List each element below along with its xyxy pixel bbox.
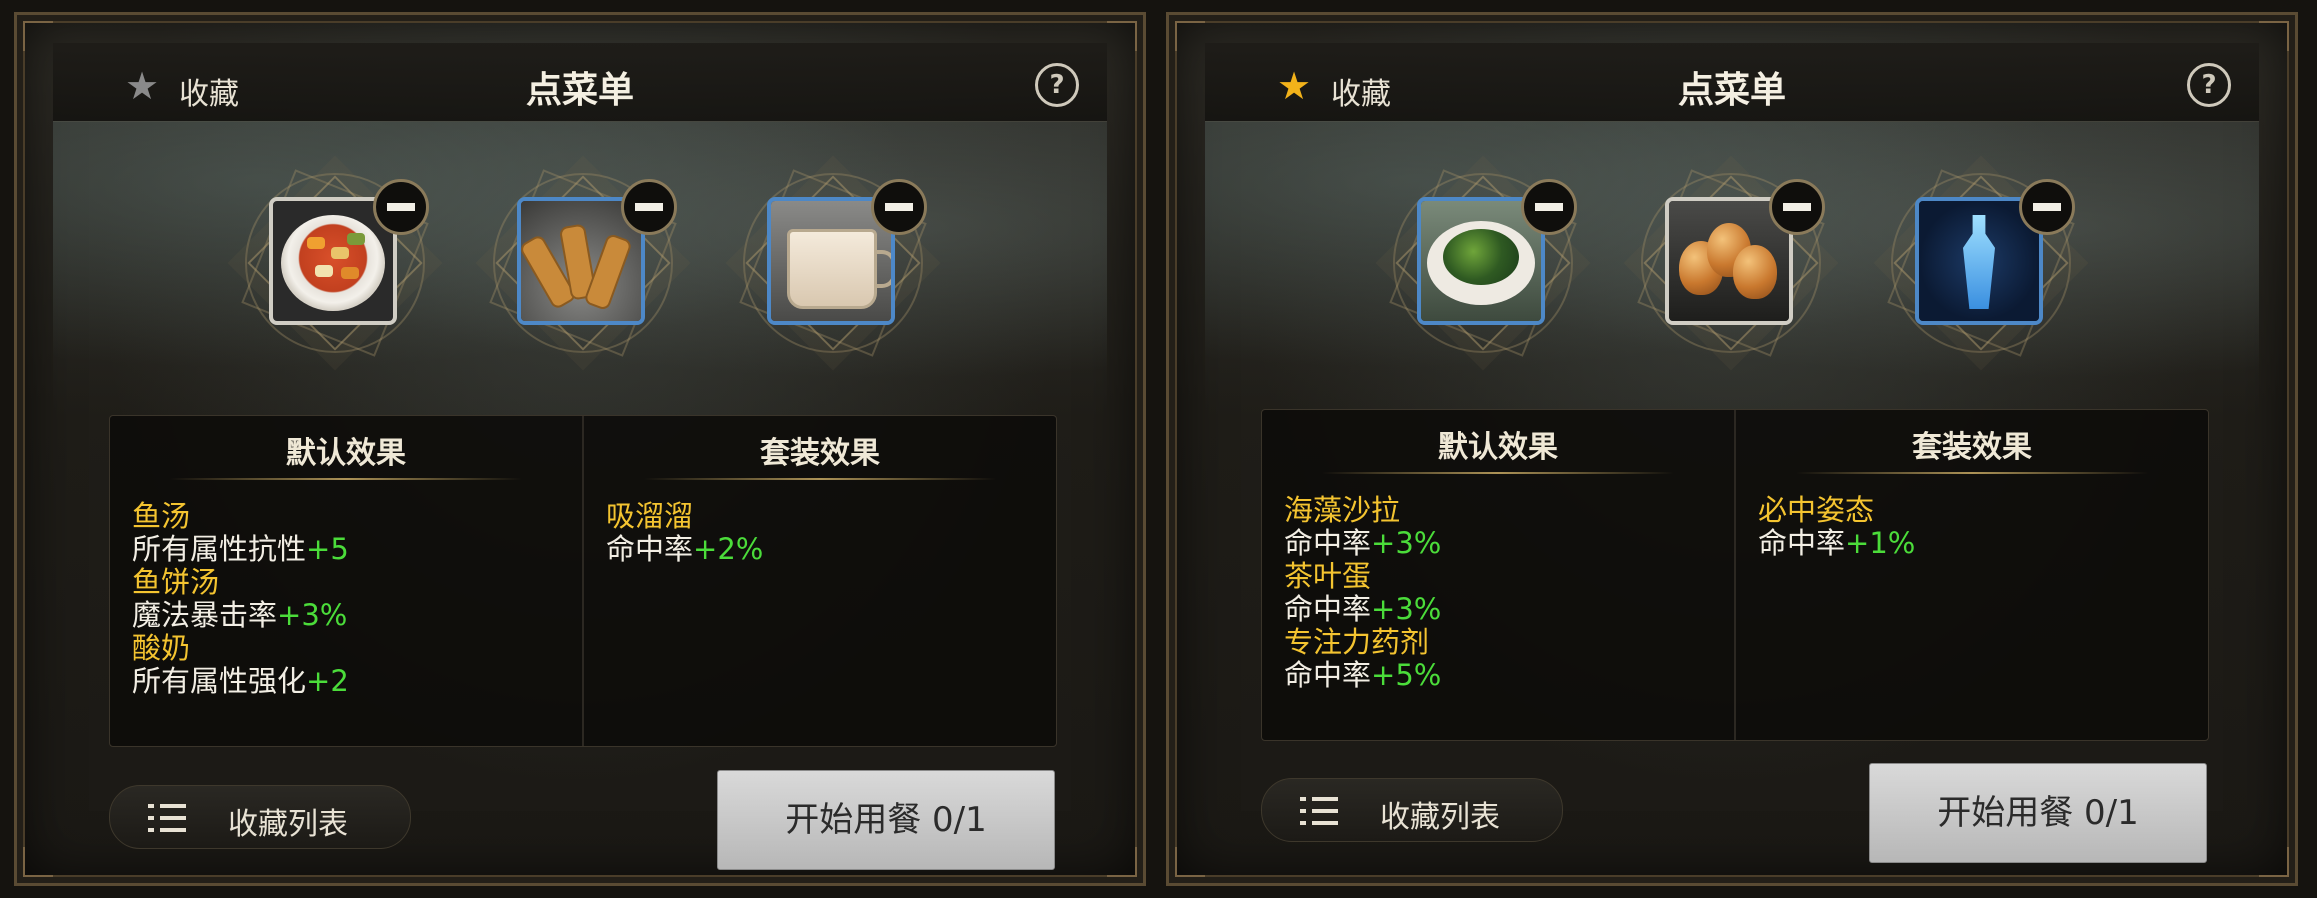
effect-value: +3% <box>1371 526 1442 560</box>
remove-item-button[interactable] <box>1521 179 1577 235</box>
favorites-list-label: 收藏列表 <box>1380 800 1500 835</box>
food-slot-3[interactable] <box>1869 151 2089 371</box>
food-slot-3[interactable] <box>721 151 941 371</box>
effect-item-name: 鱼饼汤 <box>132 565 220 599</box>
effect-stat: 所有属性强化 <box>132 664 307 698</box>
effect-value: +3% <box>277 598 348 632</box>
menu-panel-left: ★ 收藏 点菜单 ? 默认效果 鱼汤 所有属性抗性+5 鱼饼汤 魔法暴击率+3%… <box>14 12 1146 886</box>
frame-corner <box>2259 847 2289 877</box>
frame-corner <box>2259 21 2289 51</box>
effect-stat: 命中率 <box>1284 526 1372 560</box>
effect-stat: 魔法暴击率 <box>132 598 278 632</box>
default-effects-header: 默认效果 <box>1438 430 1558 465</box>
default-effects-column: 默认效果 海藻沙拉 命中率+3% 茶叶蛋 命中率+3% 专注力药剂 命中率+5% <box>1262 410 1736 740</box>
effect-item-name: 酸奶 <box>132 631 191 665</box>
food-slot-1[interactable] <box>223 151 443 371</box>
effect-stat: 命中率 <box>606 532 694 566</box>
default-effects-list: 鱼汤 所有属性抗性+5 鱼饼汤 魔法暴击率+3% 酸奶 所有属性强化+2 <box>132 500 572 698</box>
frame-corner <box>1175 847 1205 877</box>
frame-corner <box>23 21 53 51</box>
effect-stat: 命中率 <box>1758 526 1846 560</box>
remove-item-button[interactable] <box>1769 179 1825 235</box>
panel-header: ★ 收藏 点菜单 ? <box>53 43 1107 122</box>
page-title: 点菜单 <box>525 70 634 111</box>
effect-item-name: 鱼汤 <box>132 499 191 533</box>
set-effects-header: 套装效果 <box>760 436 880 471</box>
effect-item-name: 茶叶蛋 <box>1284 559 1372 593</box>
effect-stat: 命中率 <box>1284 658 1372 692</box>
effect-value: +1% <box>1845 526 1916 560</box>
default-effects-header: 默认效果 <box>286 436 406 471</box>
set-effects-list: 吸溜溜 命中率+2% <box>606 500 1046 566</box>
food-slot-2[interactable] <box>1619 151 1839 371</box>
frame-corner <box>1107 847 1137 877</box>
effect-value: +3% <box>1371 592 1442 626</box>
set-effect-name: 必中姿态 <box>1758 493 1875 527</box>
frame-corner <box>1107 21 1137 51</box>
panel-header: ★ 收藏 点菜单 ? <box>1205 43 2259 122</box>
set-effects-list: 必中姿态 命中率+1% <box>1758 494 2198 560</box>
default-effects-list: 海藻沙拉 命中率+3% 茶叶蛋 命中率+3% 专注力药剂 命中率+5% <box>1284 494 1724 692</box>
favorites-list-button[interactable]: 收藏列表 <box>109 785 411 849</box>
help-icon[interactable]: ? <box>1035 63 1079 107</box>
remove-item-button[interactable] <box>373 179 429 235</box>
effect-item-name: 海藻沙拉 <box>1284 493 1401 527</box>
remove-item-button[interactable] <box>621 179 677 235</box>
food-slot-2[interactable] <box>471 151 691 371</box>
effects-panel: 默认效果 海藻沙拉 命中率+3% 茶叶蛋 命中率+3% 专注力药剂 命中率+5%… <box>1261 409 2209 741</box>
effects-panel: 默认效果 鱼汤 所有属性抗性+5 鱼饼汤 魔法暴击率+3% 酸奶 所有属性强化+… <box>109 415 1057 747</box>
start-meal-button[interactable]: 开始用餐 0/1 <box>1869 763 2207 863</box>
remove-item-button[interactable] <box>2019 179 2075 235</box>
remove-item-button[interactable] <box>871 179 927 235</box>
set-effects-column: 套装效果 必中姿态 命中率+1% <box>1736 410 2208 740</box>
favorites-list-button[interactable]: 收藏列表 <box>1261 778 1563 842</box>
frame-corner <box>23 847 53 877</box>
default-effects-column: 默认效果 鱼汤 所有属性抗性+5 鱼饼汤 魔法暴击率+3% 酸奶 所有属性强化+… <box>110 416 584 746</box>
menu-panel-right: ★ 收藏 点菜单 ? 默认效果 海藻沙拉 命中率+3% 茶叶蛋 命中率+3% 专… <box>1166 12 2298 886</box>
food-slot-1[interactable] <box>1371 151 1591 371</box>
start-meal-button[interactable]: 开始用餐 0/1 <box>717 770 1055 870</box>
frame-corner <box>1175 21 1205 51</box>
effect-item-name: 专注力药剂 <box>1284 625 1430 659</box>
list-icon <box>148 804 186 832</box>
page-title: 点菜单 <box>1677 70 1786 111</box>
favorites-list-label: 收藏列表 <box>228 807 348 842</box>
effect-value: +5 <box>306 532 349 566</box>
effect-stat: 所有属性抗性 <box>132 532 307 566</box>
set-effects-column: 套装效果 吸溜溜 命中率+2% <box>584 416 1056 746</box>
help-icon[interactable]: ? <box>2187 63 2231 107</box>
effect-value: +2% <box>693 532 764 566</box>
set-effect-name: 吸溜溜 <box>606 499 694 533</box>
effect-value: +2 <box>306 664 349 698</box>
set-effects-header: 套装效果 <box>1912 430 2032 465</box>
list-icon <box>1300 797 1338 825</box>
effect-value: +5% <box>1371 658 1442 692</box>
effect-stat: 命中率 <box>1284 592 1372 626</box>
